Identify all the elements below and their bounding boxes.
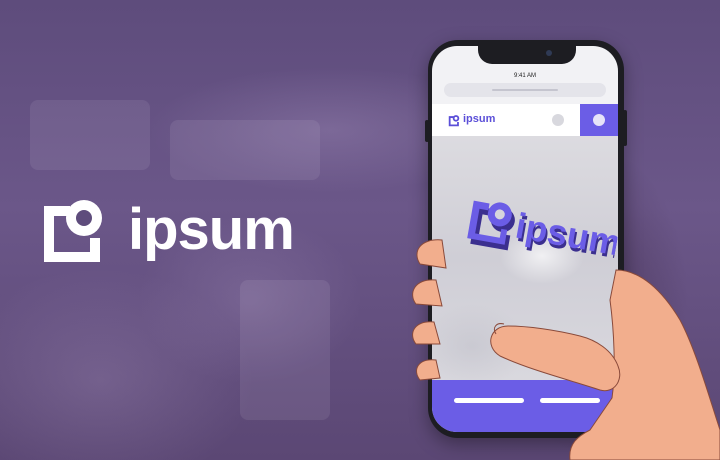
phone-power-button	[623, 110, 627, 146]
blurred-shape	[170, 120, 320, 180]
site-navbar: ipsum	[432, 104, 618, 136]
address-bar[interactable]	[444, 83, 606, 97]
nav-circle-icon[interactable]	[552, 114, 564, 126]
menu-button[interactable]	[580, 104, 618, 136]
phone-notch	[478, 44, 576, 64]
hand-illustration	[412, 239, 720, 460]
menu-circle-icon	[593, 114, 605, 126]
phone-volume-button	[425, 120, 429, 142]
blurred-shape	[30, 100, 150, 170]
ipsum-logo-icon	[44, 200, 102, 262]
brand-logo: ipsum	[40, 194, 295, 266]
ipsum-logo-icon[interactable]	[448, 114, 460, 127]
nav-logo-text[interactable]: ipsum	[463, 114, 495, 125]
status-time: 9:41 AM	[513, 73, 536, 79]
camera-icon	[546, 50, 552, 56]
blurred-shape	[240, 280, 330, 420]
brand-name: ipsum	[128, 197, 295, 262]
address-bar-placeholder	[492, 89, 558, 91]
